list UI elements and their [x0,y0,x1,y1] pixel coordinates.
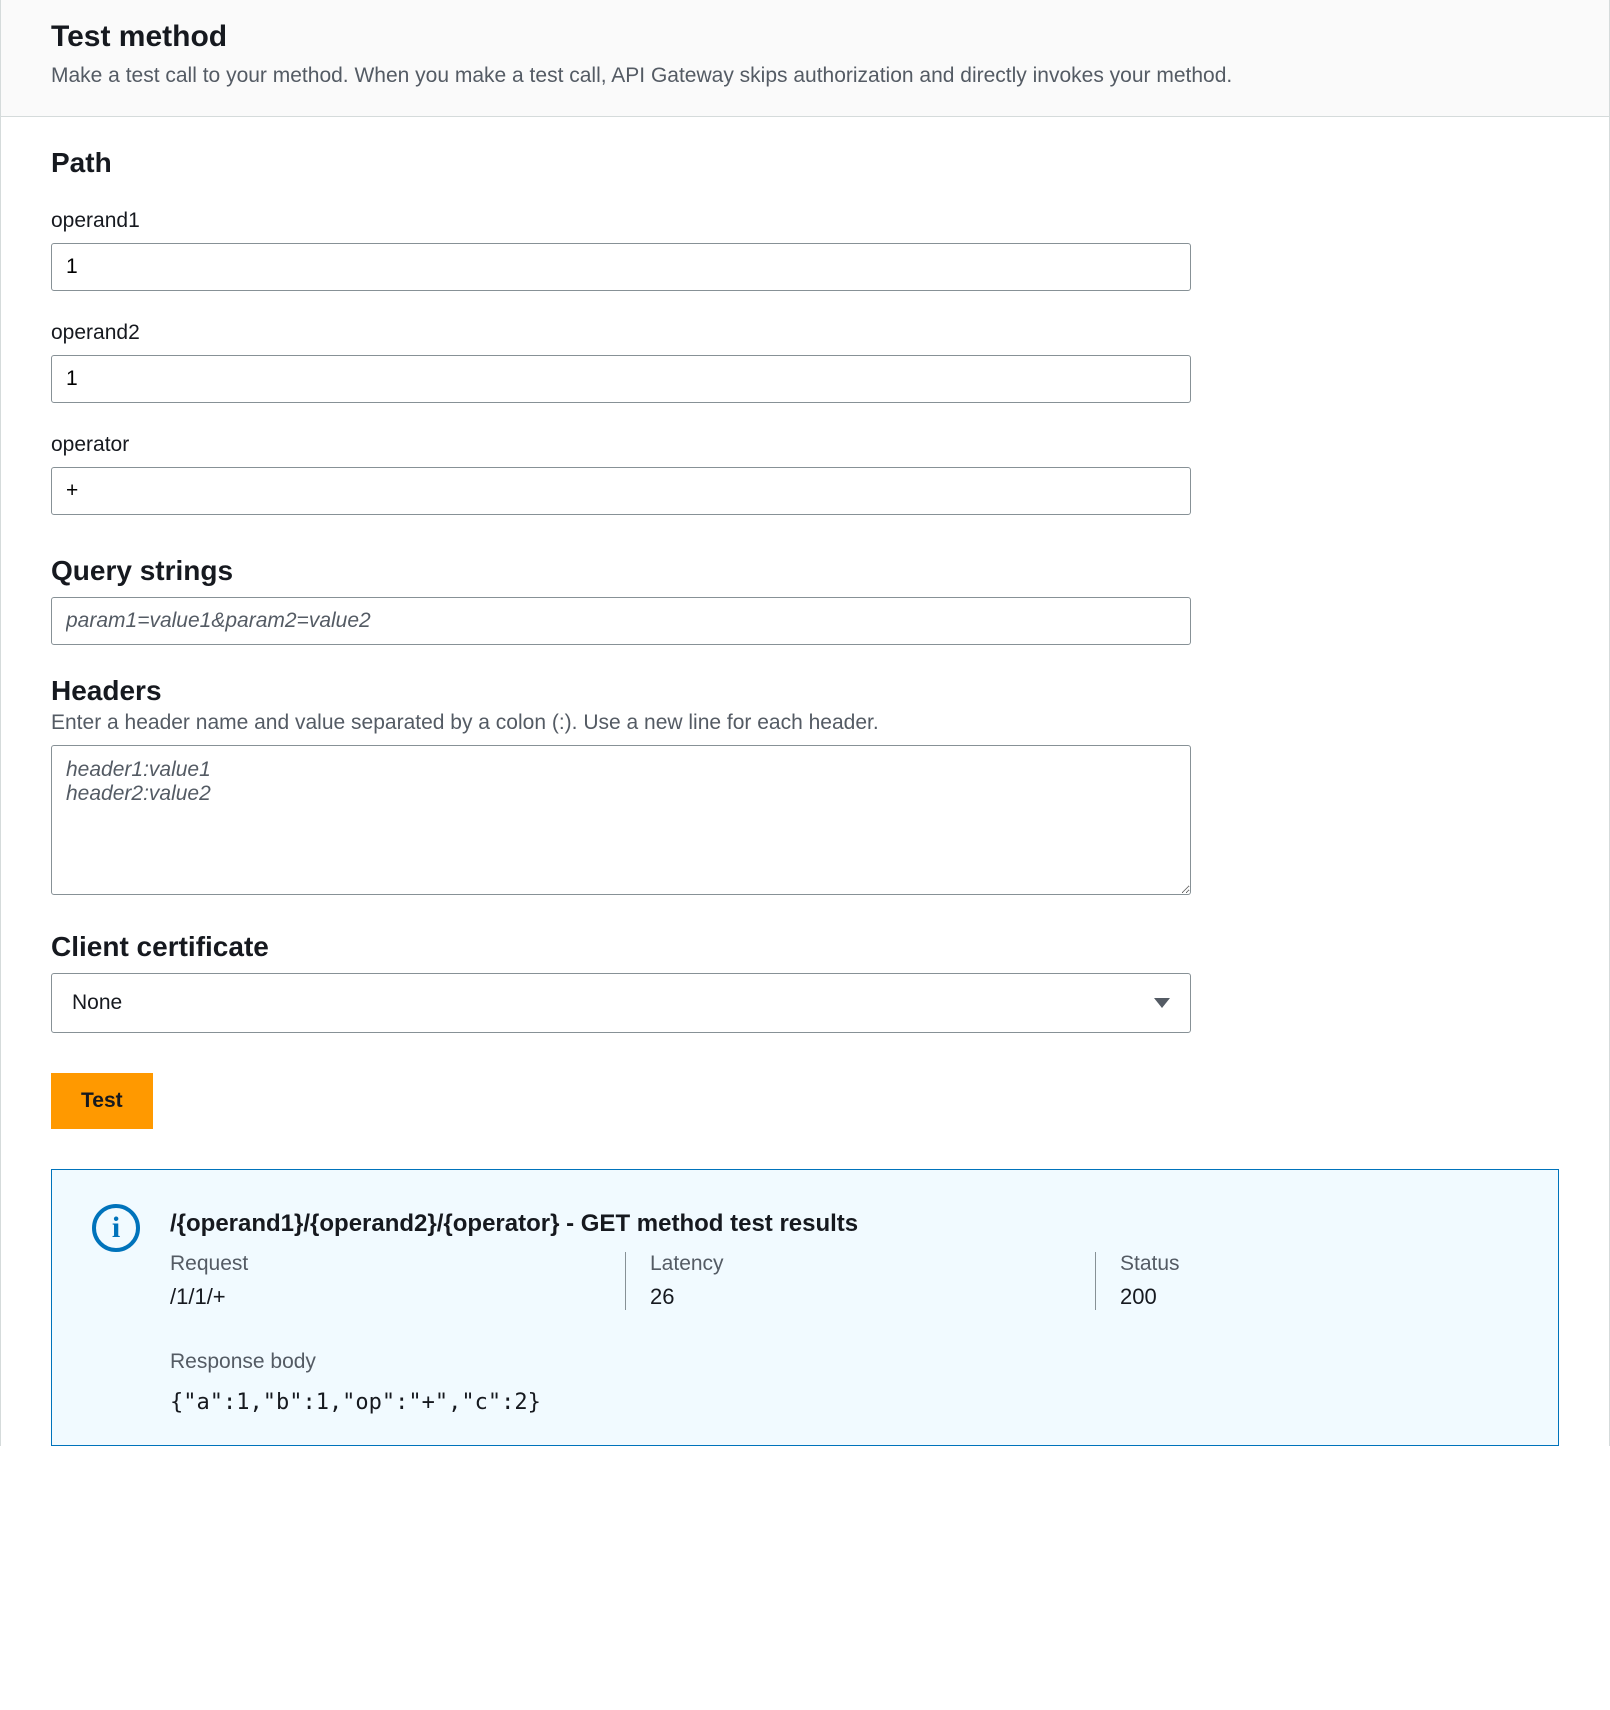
operand2-label: operand2 [51,321,1559,345]
client-certificate-select[interactable]: None [51,973,1191,1033]
response-body-value: {"a":1,"b":1,"op":"+","c":2} [170,1390,1508,1415]
results-title: /{operand1}/{operand2}/{operator} - GET … [170,1210,1508,1238]
response-body-label: Response body [170,1350,1508,1374]
test-button[interactable]: Test [51,1073,153,1129]
panel-header: Test method Make a test call to your met… [1,0,1609,117]
latency-label: Latency [650,1252,1045,1276]
chevron-down-icon [1154,998,1170,1008]
test-results-panel: i /{operand1}/{operand2}/{operator} - GE… [51,1169,1559,1446]
field-headers [51,745,1559,901]
results-col-request: Request /1/1/+ [170,1252,625,1310]
results-col-latency: Latency 26 [625,1252,1095,1310]
field-operand2: operand2 [51,321,1559,403]
results-summary-grid: Request /1/1/+ Latency 26 Status 200 [170,1252,1508,1310]
status-label: Status [1120,1252,1458,1276]
client-certificate-value: None [72,991,122,1015]
request-value: /1/1/+ [170,1284,575,1310]
field-client-certificate: None [51,973,1559,1033]
operator-input[interactable] [51,467,1191,515]
headers-helper-text: Enter a header name and value separated … [51,711,1559,735]
field-operator: operator [51,433,1559,515]
operand2-input[interactable] [51,355,1191,403]
latency-value: 26 [650,1284,1045,1310]
client-certificate-section-title: Client certificate [51,931,1559,963]
field-query-strings [51,597,1559,645]
info-icon: i [92,1204,140,1252]
page-subtitle: Make a test call to your method. When yo… [51,64,1559,88]
path-section-title: Path [51,147,1559,179]
operator-label: operator [51,433,1559,457]
operand1-input[interactable] [51,243,1191,291]
status-value: 200 [1120,1284,1458,1310]
query-strings-section-title: Query strings [51,555,1559,587]
headers-textarea[interactable] [51,745,1191,895]
operand1-label: operand1 [51,209,1559,233]
field-operand1: operand1 [51,209,1559,291]
query-strings-input[interactable] [51,597,1191,645]
results-col-status: Status 200 [1095,1252,1508,1310]
request-label: Request [170,1252,575,1276]
page-title: Test method [51,20,1559,54]
headers-section-title: Headers [51,675,1559,707]
